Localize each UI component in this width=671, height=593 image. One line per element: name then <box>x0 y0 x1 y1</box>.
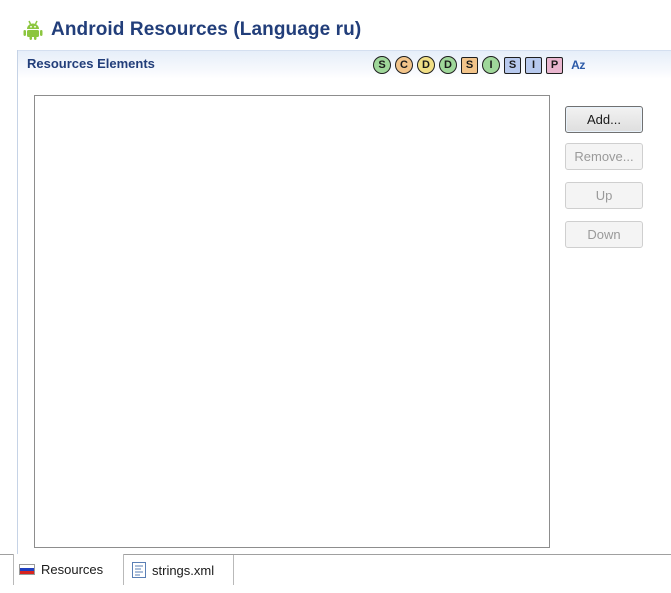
tab-label: Resources <box>41 562 104 577</box>
add-color-icon[interactable]: C <box>395 56 413 74</box>
add-dimension-icon[interactable]: D <box>417 56 435 74</box>
resources-elements-section: Resources Elements S C D D S I S I P Az … <box>17 50 671 554</box>
editor-tab-bar: Resources strings.xml <box>0 554 671 590</box>
section-title: Resources Elements <box>27 56 155 71</box>
add-plurals-icon[interactable]: P <box>546 56 563 74</box>
add-drawable-icon[interactable]: D <box>439 56 457 74</box>
down-button[interactable]: Down <box>565 221 643 248</box>
android-icon <box>22 19 44 41</box>
section-header: Resources Elements S C D D S I S I P Az <box>18 50 671 79</box>
page-title: Android Resources (Language ru) <box>51 19 362 40</box>
russia-flag-icon <box>19 564 35 575</box>
sort-alpha-icon[interactable]: Az <box>567 56 589 74</box>
tab-resources[interactable]: Resources <box>13 554 124 585</box>
editor-header: Android Resources (Language ru) <box>22 17 361 43</box>
add-item-icon[interactable]: I <box>482 56 500 74</box>
add-style-icon[interactable]: S <box>461 56 478 74</box>
remove-button[interactable]: Remove... <box>565 143 643 170</box>
add-string-array-icon[interactable]: S <box>504 56 521 74</box>
add-integer-array-icon[interactable]: I <box>525 56 542 74</box>
add-string-icon[interactable]: S <box>373 56 391 74</box>
up-button[interactable]: Up <box>565 182 643 209</box>
tab-label: strings.xml <box>152 562 215 578</box>
add-button[interactable]: Add... <box>565 106 643 133</box>
resource-type-toolbar: S C D D S I S I P Az <box>373 56 593 74</box>
resources-list[interactable] <box>34 95 550 548</box>
xml-file-icon <box>132 562 146 578</box>
tab-strings-xml[interactable]: strings.xml <box>124 555 234 585</box>
